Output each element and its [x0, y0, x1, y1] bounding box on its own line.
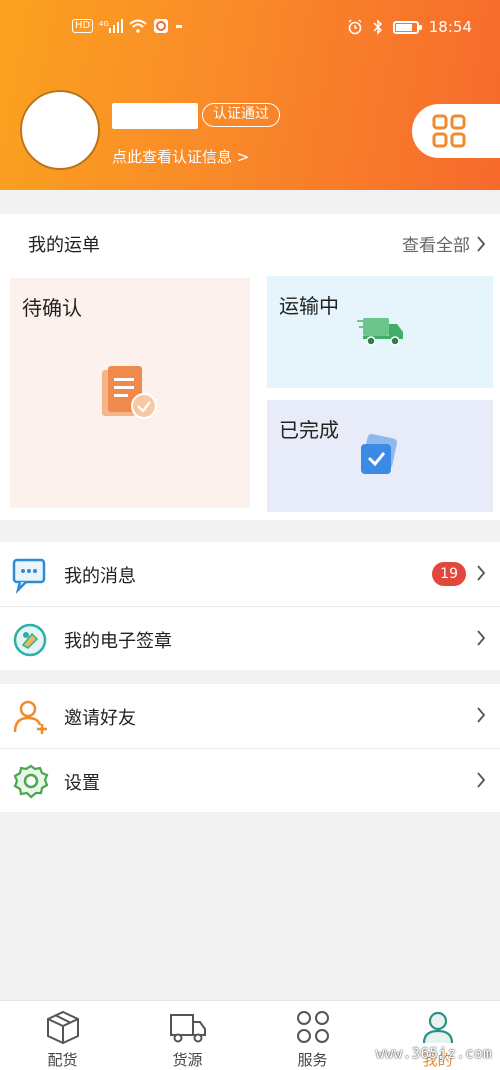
hd-indicator: HD [72, 19, 94, 33]
gear-icon [13, 764, 49, 799]
grid-icon [296, 1011, 329, 1043]
chevron-right-icon [477, 630, 486, 646]
notification-dot-icon [176, 25, 183, 28]
orders-title: 我的运单 [28, 235, 100, 256]
menu-item-messages[interactable]: 我的消息 19 [0, 542, 500, 606]
tab-services[interactable]: 服务 [250, 1001, 375, 1070]
menu-item-e-seal[interactable]: 我的电子签章 [0, 606, 500, 670]
user-name-redacted [112, 103, 198, 129]
user-icon [422, 1011, 453, 1044]
signal-icon: 4G [99, 19, 124, 33]
menu-section-2: 邀请好友 设置 [0, 684, 500, 812]
tile-pending-confirmation[interactable]: 待确认 [10, 278, 250, 508]
status-bar: HD 4G 18:54 [0, 14, 500, 44]
qr-code-button[interactable] [412, 104, 500, 158]
tile-transit-label: 运输中 [279, 294, 339, 318]
tab-dispatch-label: 配货 [47, 1051, 78, 1069]
e-seal-label: 我的电子签章 [64, 631, 172, 652]
invite-friends-label: 邀请好友 [64, 708, 136, 729]
tile-in-transit[interactable]: 运输中 [267, 276, 493, 388]
verified-badge: 认证通过 [202, 103, 280, 127]
menu-item-settings[interactable]: 设置 [0, 748, 500, 812]
tab-services-label: 服务 [297, 1051, 328, 1069]
svg-text:4G: 4G [99, 20, 109, 28]
alarm-icon [348, 19, 362, 35]
bluetooth-icon [373, 19, 382, 35]
wifi-icon [129, 19, 147, 33]
unread-count-badge: 19 [432, 562, 466, 586]
notification-app-icon [154, 19, 169, 33]
menu-item-invite-friends[interactable]: 邀请好友 [0, 684, 500, 748]
messages-label: 我的消息 [64, 566, 136, 587]
document-check-icon [102, 366, 157, 419]
truck-icon [357, 318, 403, 346]
chat-icon [12, 558, 46, 594]
avatar[interactable] [22, 92, 98, 168]
view-auth-info-link[interactable]: 点此查看认证信息 > [112, 146, 249, 167]
add-friend-icon [13, 700, 47, 734]
chevron-right-icon [477, 772, 486, 788]
tile-pending-label: 待确认 [22, 296, 82, 320]
qr-code-icon [432, 114, 466, 148]
my-orders-card: 我的运单 查看全部 待确认 运输中 已完成 [0, 214, 500, 520]
truck-icon [169, 1014, 206, 1043]
chevron-right-icon [477, 565, 486, 581]
package-icon [46, 1010, 79, 1045]
view-all-label: 查看全部 [402, 236, 470, 256]
tile-completed[interactable]: 已完成 [267, 400, 493, 512]
tile-completed-label: 已完成 [279, 418, 339, 442]
settings-label: 设置 [64, 773, 100, 794]
tab-dispatch[interactable]: 配货 [0, 1001, 125, 1070]
menu-section-1: 我的消息 19 我的电子签章 [0, 542, 500, 670]
profile-header: HD 4G 18:54 认证通过 点此查看认证信息 > [0, 0, 500, 190]
battery-icon [392, 20, 422, 34]
status-time: 18:54 [428, 18, 472, 36]
e-seal-icon [13, 623, 47, 657]
chevron-right-icon [477, 707, 486, 723]
tab-cargo-source-label: 货源 [172, 1051, 203, 1069]
tab-cargo-source[interactable]: 货源 [125, 1001, 250, 1070]
watermark: www.365jz.com [375, 1046, 492, 1062]
view-all-orders-link[interactable]: 查看全部 [402, 231, 486, 256]
completed-check-icon [361, 434, 398, 474]
chevron-right-icon [477, 235, 486, 252]
